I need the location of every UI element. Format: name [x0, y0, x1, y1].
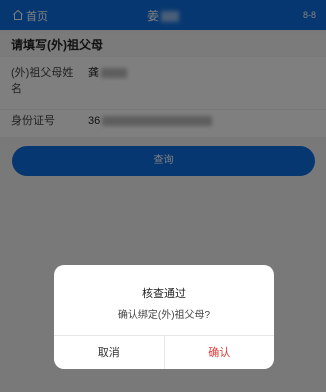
confirm-button[interactable]: 确认 [165, 336, 275, 369]
confirm-dialog: 核查通过 确认绑定(外)祖父母? 取消 确认 [54, 265, 274, 369]
dialog-actions: 取消 确认 [54, 335, 274, 369]
dialog-title: 核查通过 [142, 288, 186, 300]
dialog-message: 确认绑定(外)祖父母? [117, 310, 211, 321]
cancel-button[interactable]: 取消 [54, 336, 165, 369]
